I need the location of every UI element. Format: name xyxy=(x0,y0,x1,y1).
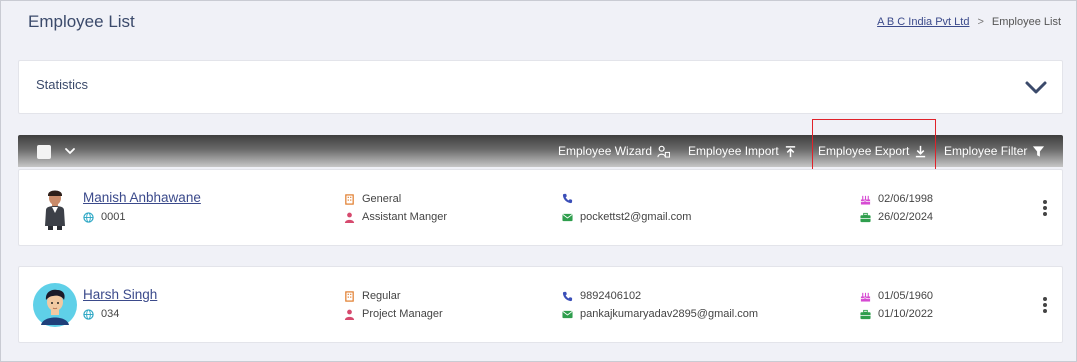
more-options-icon[interactable] xyxy=(1042,199,1048,217)
employee-code-value: 034 xyxy=(101,308,120,320)
download-icon xyxy=(916,145,926,157)
statistics-label: Statistics xyxy=(36,77,89,92)
page-title: Employee List xyxy=(28,12,135,31)
employee-dob: 01/05/1960 xyxy=(860,290,933,302)
phone-icon xyxy=(562,291,573,301)
phone-icon xyxy=(562,193,573,204)
building-icon xyxy=(345,290,354,302)
employee-code: 0001 xyxy=(83,211,125,223)
employee-category-value: General xyxy=(362,193,402,205)
employee-phone-value: 9892406102 xyxy=(580,290,642,302)
globe-icon xyxy=(83,308,94,320)
user-tie-icon xyxy=(344,309,355,320)
employee-code: 034 xyxy=(83,308,119,320)
building-icon xyxy=(345,193,354,205)
employee-designation-value: Assistant Manger xyxy=(362,211,447,223)
avatar xyxy=(45,190,65,230)
employee-toolbar: Employee Wizard Employee Import Employee… xyxy=(18,135,1063,167)
employee-code-value: 0001 xyxy=(101,211,126,223)
avatar xyxy=(33,283,77,327)
employee-dob: 02/06/1998 xyxy=(860,193,933,205)
filter-icon xyxy=(1033,145,1045,157)
breadcrumb-current: Employee List xyxy=(991,16,1061,28)
envelope-icon xyxy=(562,310,573,318)
employee-doj-value: 26/02/2024 xyxy=(878,211,934,223)
employee-category: Regular xyxy=(344,290,401,302)
employee-name-link[interactable]: Manish Anbhawane xyxy=(83,190,201,205)
globe-icon xyxy=(83,211,94,223)
birthday-cake-icon xyxy=(860,292,871,302)
statistics-panel[interactable]: Statistics xyxy=(18,60,1063,114)
employee-wizard-label: Employee Wizard xyxy=(558,144,653,158)
upload-icon xyxy=(785,145,795,157)
user-tie-icon xyxy=(344,212,355,223)
more-options-icon[interactable] xyxy=(1042,296,1048,314)
birthday-cake-icon xyxy=(860,195,871,205)
employee-category-value: Regular xyxy=(362,290,401,302)
employee-import-button[interactable]: Employee Import xyxy=(688,141,797,161)
employee-export-button[interactable]: Employee Export xyxy=(818,141,927,161)
employee-export-label: Employee Export xyxy=(818,144,910,158)
briefcase-icon xyxy=(860,309,871,319)
employee-designation: Assistant Manger xyxy=(344,211,447,223)
chevron-down-icon[interactable] xyxy=(64,145,76,157)
employee-filter-button[interactable]: Employee Filter xyxy=(944,141,1045,161)
employee-phone xyxy=(562,193,580,204)
employee-email-value: pankajkumaryadav2895@gmail.com xyxy=(580,308,759,320)
employee-designation: Project Manager xyxy=(344,308,443,320)
breadcrumb: A B C India Pvt Ltd > Employee List xyxy=(877,16,1061,28)
employee-dob-value: 01/05/1960 xyxy=(878,290,934,302)
employee-import-label: Employee Import xyxy=(688,144,779,158)
employee-filter-label: Employee Filter xyxy=(944,144,1028,158)
user-wizard-icon xyxy=(657,145,671,158)
select-all-checkbox[interactable] xyxy=(37,145,51,159)
employee-card: Harsh Singh 034 Regular Project Manager … xyxy=(18,266,1063,343)
employee-name-link[interactable]: Harsh Singh xyxy=(83,287,157,302)
employee-email: pockettst2@gmail.com xyxy=(562,211,691,223)
employee-doj: 26/02/2024 xyxy=(860,211,933,223)
breadcrumb-separator: > xyxy=(977,16,984,28)
employee-card: Manish Anbhawane 0001 General Assistant … xyxy=(18,169,1063,246)
employee-phone: 9892406102 xyxy=(562,290,641,302)
employee-doj: 01/10/2022 xyxy=(860,308,933,320)
employee-doj-value: 01/10/2022 xyxy=(878,308,934,320)
chevron-down-icon[interactable] xyxy=(1024,75,1048,99)
envelope-icon xyxy=(562,213,573,221)
employee-email-value: pockettst2@gmail.com xyxy=(580,211,692,223)
employee-wizard-button[interactable]: Employee Wizard xyxy=(558,141,671,161)
employee-dob-value: 02/06/1998 xyxy=(878,193,934,205)
briefcase-icon xyxy=(860,212,871,222)
employee-email: pankajkumaryadav2895@gmail.com xyxy=(562,308,758,320)
employee-designation-value: Project Manager xyxy=(362,308,443,320)
employee-category: General xyxy=(344,193,401,205)
breadcrumb-company-link[interactable]: A B C India Pvt Ltd xyxy=(877,16,969,28)
